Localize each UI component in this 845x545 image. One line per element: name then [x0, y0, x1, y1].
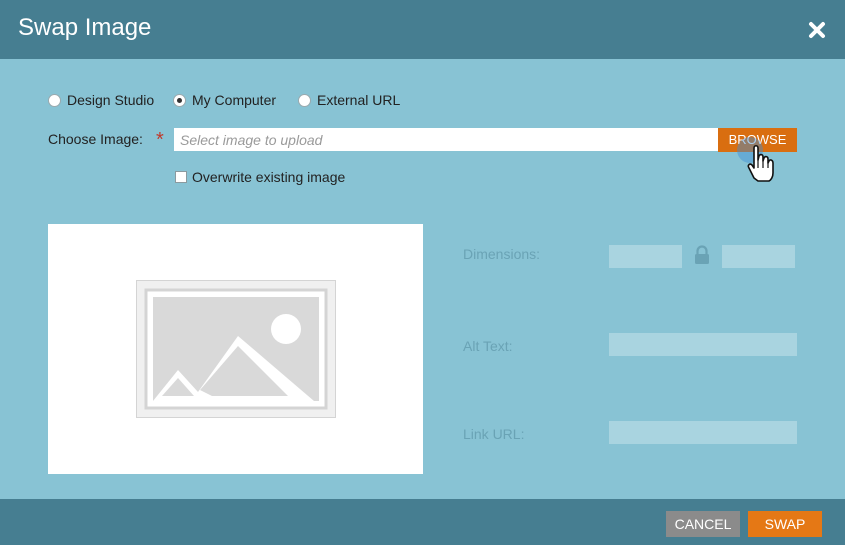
- required-asterisk: *: [156, 129, 164, 151]
- dialog-title: Swap Image: [18, 14, 152, 41]
- browse-button[interactable]: BROWSE: [718, 128, 797, 152]
- overwrite-checkbox[interactable]: [175, 171, 187, 183]
- width-field[interactable]: [609, 245, 682, 268]
- image-preview: [48, 224, 423, 474]
- cancel-button[interactable]: CANCEL: [666, 511, 740, 537]
- choose-image-label: Choose Image:: [48, 131, 143, 147]
- height-field[interactable]: [722, 245, 795, 268]
- swap-button[interactable]: SWAP: [748, 511, 822, 537]
- radio-my-computer-circle[interactable]: [173, 93, 186, 107]
- radio-my-computer-label: My Computer: [192, 92, 277, 108]
- image-placeholder-icon: [136, 280, 336, 418]
- dimensions-label: Dimensions:: [463, 246, 541, 262]
- radio-design-studio-circle[interactable]: [48, 93, 61, 107]
- radio-design-studio[interactable]: Design Studio: [48, 90, 154, 110]
- alt-text-label: Alt Text:: [463, 338, 513, 354]
- radio-design-studio-label: Design Studio: [67, 92, 155, 108]
- choose-image-input[interactable]: [174, 128, 720, 151]
- radio-external-url-label: External URL: [317, 92, 401, 108]
- alt-text-field[interactable]: [609, 333, 797, 356]
- close-icon[interactable]: [804, 17, 830, 43]
- overwrite-label: Overwrite existing image: [192, 169, 346, 185]
- link-url-label: Link URL:: [463, 426, 525, 442]
- link-url-field[interactable]: [609, 421, 797, 444]
- radio-external-url-circle[interactable]: [298, 93, 311, 107]
- radio-my-computer[interactable]: My Computer: [173, 90, 276, 110]
- dialog-header: Swap Image: [0, 0, 845, 59]
- lock-icon[interactable]: [693, 245, 711, 265]
- radio-external-url[interactable]: External URL: [298, 90, 400, 110]
